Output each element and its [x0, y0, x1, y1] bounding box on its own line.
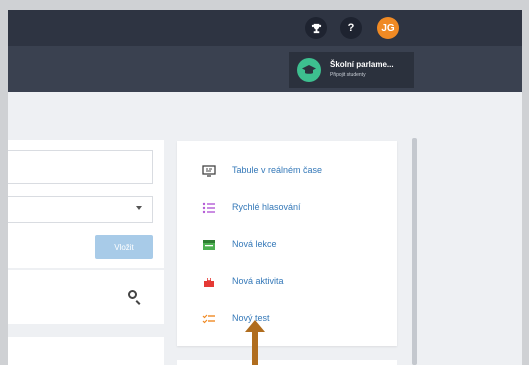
- graduation-cap-glyph: [302, 65, 316, 74]
- trophy-glyph: [311, 23, 321, 33]
- search-icon[interactable]: [128, 290, 137, 299]
- activity-icon: [204, 277, 214, 287]
- chevron-down-icon: [136, 206, 142, 210]
- bottom-card: [177, 360, 397, 365]
- join-form-panel: Vložit: [8, 140, 164, 268]
- list-icon: [202, 202, 215, 214]
- menu-item-label: Nová lekce: [232, 239, 277, 249]
- class-select[interactable]: [8, 196, 153, 223]
- menu-item-realtime-board[interactable]: Tabule v reálném čase: [177, 157, 397, 185]
- school-switcher[interactable]: Školní parlame... Připojit studenty: [289, 52, 414, 88]
- top-navigation-bar: [8, 10, 522, 46]
- graduation-cap-icon: [297, 58, 321, 82]
- search-panel: [8, 270, 164, 324]
- secondary-bar: [8, 46, 522, 92]
- pointer-arrow: [252, 330, 258, 365]
- menu-item-new-activity[interactable]: Nová aktivita: [177, 268, 397, 296]
- menu-item-label: Tabule v reálném čase: [232, 165, 323, 175]
- help-button[interactable]: ?: [340, 17, 362, 39]
- whiteboard-icon: [202, 165, 216, 177]
- menu-item-label: Nová aktivita: [232, 276, 284, 286]
- menu-item-label: Rychlé hlasování: [232, 202, 301, 212]
- insert-button[interactable]: Vložit: [95, 235, 153, 259]
- school-subtitle[interactable]: Připojit studenty: [330, 72, 366, 78]
- user-avatar[interactable]: JG: [377, 17, 399, 39]
- outer-border-right: [522, 10, 529, 365]
- menu-item-new-lesson[interactable]: Nová lekce: [177, 231, 397, 259]
- school-name: Školní parlame...: [330, 60, 394, 69]
- lesson-icon: [203, 240, 215, 250]
- create-menu: Tabule v reálném čase Rychlé hlasování N…: [177, 141, 397, 346]
- menu-item-new-test[interactable]: Nový test: [177, 305, 397, 333]
- app-window: ? JG Školní parlame... Připojit studenty…: [0, 0, 529, 365]
- scrollbar[interactable]: [412, 138, 417, 365]
- menu-item-quick-poll[interactable]: Rychlé hlasování: [177, 194, 397, 222]
- test-icon: [202, 314, 215, 324]
- trophy-icon[interactable]: [305, 17, 327, 39]
- outer-border-top: [0, 0, 529, 10]
- outer-border-left: [0, 92, 8, 365]
- lower-panel: [8, 337, 164, 365]
- code-input[interactable]: [8, 150, 153, 184]
